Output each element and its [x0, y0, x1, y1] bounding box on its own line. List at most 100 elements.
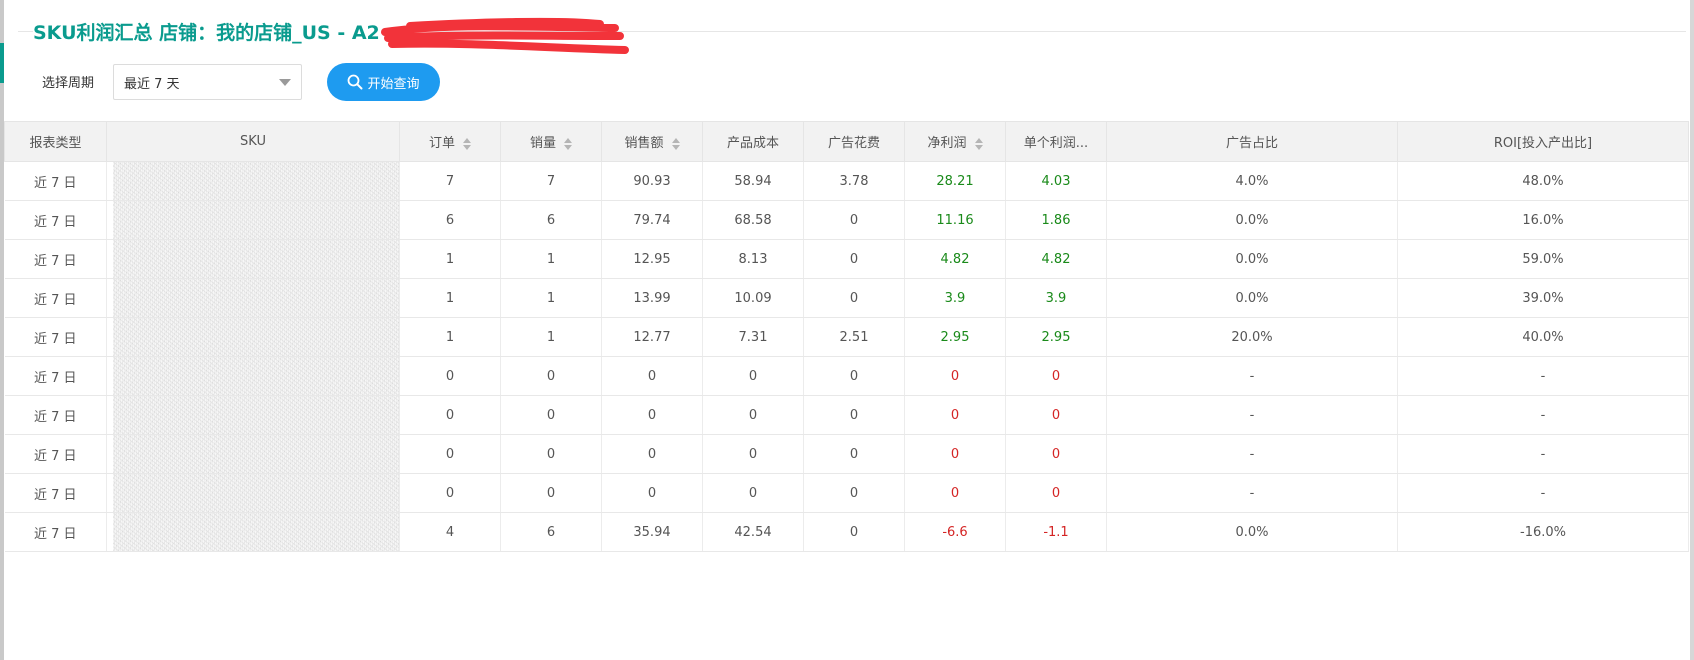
cell-report-type: 近 7 日	[4, 278, 107, 318]
sort-icon[interactable]	[974, 137, 983, 150]
cell-profit: -6.6	[904, 512, 1006, 552]
table-row[interactable]: 近 7 日 1 1 12.95 8.13 0 4.82 4.82 0.0% 59.0%	[4, 239, 1689, 279]
table-row[interactable]: 近 7 日 6 6 79.74 68.58 0 11.16 1.86 0.0% 16.0%	[4, 200, 1689, 240]
cell-unit: 0	[1005, 356, 1107, 396]
col-header-report-type: 报表类型	[4, 121, 107, 162]
cell-profit: 0	[904, 356, 1006, 396]
start-query-button[interactable]: 开始查询	[327, 63, 440, 101]
cell-adpct: -	[1106, 395, 1398, 435]
sku-blur-mask	[113, 240, 399, 278]
cell-orders: 0	[399, 356, 501, 396]
cell-roi: -	[1397, 434, 1689, 474]
cell-sales: 12.77	[601, 317, 703, 357]
cell-profit: 11.16	[904, 200, 1006, 240]
cell-orders: 7	[399, 161, 501, 201]
cell-sku-redacted	[106, 512, 400, 552]
cell-profit: 2.95	[904, 317, 1006, 357]
cell-report-type: 近 7 日	[4, 356, 107, 396]
sku-blur-mask	[113, 474, 399, 512]
cell-adpct: 0.0%	[1106, 239, 1398, 279]
col-header-orders[interactable]: 订单	[399, 121, 501, 162]
cell-ad: 0	[803, 278, 905, 318]
cell-ad: 0	[803, 434, 905, 474]
sku-blur-mask	[113, 279, 399, 317]
cell-qty: 1	[500, 239, 602, 279]
col-header-quantity[interactable]: 销量	[500, 121, 602, 162]
table-row[interactable]: 近 7 日0000000--	[4, 434, 1689, 474]
cell-profit: 0	[904, 395, 1006, 435]
cell-sales: 0	[601, 434, 703, 474]
cell-report-type: 近 7 日	[4, 395, 107, 435]
cell-ad: 0	[803, 395, 905, 435]
cell-cost: 0	[702, 434, 804, 474]
cell-adpct: 4.0%	[1106, 161, 1398, 201]
cell-profit: 0	[904, 434, 1006, 474]
cell-sales: 90.93	[601, 161, 703, 201]
cell-adpct: -	[1106, 473, 1398, 513]
cell-orders: 1	[399, 317, 501, 357]
sku-blur-mask	[113, 357, 399, 395]
cell-orders: 6	[399, 200, 501, 240]
cell-sku-redacted	[106, 434, 400, 474]
cell-orders: 0	[399, 395, 501, 435]
cell-report-type: 近 7 日	[4, 239, 107, 279]
table-row[interactable]: 近 7 日 1 1 13.99 10.09 0 3.9 3.9 0.0% 39.0%	[4, 278, 1689, 318]
col-header-ad-ratio: 广告占比	[1106, 121, 1398, 162]
col-header-roi: ROI[投入产出比]	[1397, 121, 1689, 162]
cell-sku-redacted	[106, 200, 400, 240]
cell-ad: 0	[803, 200, 905, 240]
cell-report-type: 近 7 日	[4, 161, 107, 201]
cell-sales: 0	[601, 473, 703, 513]
cell-ad: 0	[803, 512, 905, 552]
cell-qty: 6	[500, 200, 602, 240]
sort-icon[interactable]	[671, 137, 680, 150]
cell-cost: 68.58	[702, 200, 804, 240]
cell-unit: 4.03	[1005, 161, 1107, 201]
table-row[interactable]: 近 7 日0000000--	[4, 395, 1689, 435]
cell-orders: 1	[399, 239, 501, 279]
table-row[interactable]: 近 7 日 4 6 35.94 42.54 0 -6.6 -1.1 0.0% -16.0%	[4, 512, 1689, 552]
cell-report-type: 近 7 日	[4, 200, 107, 240]
period-select[interactable]: 最近 7 天	[113, 64, 302, 100]
sort-icon[interactable]	[564, 137, 572, 150]
cell-sku-redacted	[106, 473, 400, 513]
col-header-net-profit[interactable]: 净利润	[904, 121, 1006, 162]
sort-icon[interactable]	[463, 137, 471, 150]
cell-unit: 0	[1005, 434, 1107, 474]
window-left-accent	[0, 43, 4, 83]
period-select-value: 最近 7 天	[124, 76, 180, 92]
cell-sku-redacted	[106, 278, 400, 318]
cell-qty: 1	[500, 278, 602, 318]
cell-cost: 7.31	[702, 317, 804, 357]
cell-qty: 0	[500, 395, 602, 435]
col-header-sales[interactable]: 销售额	[601, 121, 703, 162]
cell-ad: 0	[803, 239, 905, 279]
cell-profit: 3.9	[904, 278, 1006, 318]
table-row[interactable]: 近 7 日0000000--	[4, 473, 1689, 513]
cell-roi: 16.0%	[1397, 200, 1689, 240]
cell-profit: 0	[904, 473, 1006, 513]
cell-ad: 0	[803, 356, 905, 396]
cell-roi: -16.0%	[1397, 512, 1689, 552]
cell-adpct: 0.0%	[1106, 278, 1398, 318]
cell-adpct: 0.0%	[1106, 512, 1398, 552]
start-query-label: 开始查询	[367, 76, 420, 92]
cell-cost: 0	[702, 395, 804, 435]
sku-blur-mask	[113, 396, 399, 434]
cell-sales: 0	[601, 395, 703, 435]
table-row[interactable]: 近 7 日0000000--	[4, 356, 1689, 396]
window-scrollbar-track[interactable]	[1690, 0, 1694, 660]
cell-report-type: 近 7 日	[4, 434, 107, 474]
sku-blur-mask	[113, 435, 399, 473]
sku-blur-mask	[113, 513, 399, 551]
chevron-down-icon[interactable]	[279, 78, 291, 86]
cell-sales: 79.74	[601, 200, 703, 240]
cell-adpct: -	[1106, 356, 1398, 396]
cell-report-type: 近 7 日	[4, 473, 107, 513]
table-row[interactable]: 近 7 日 7 7 90.93 58.94 3.78 28.21 4.03 4.0% 48.0%	[4, 161, 1689, 201]
col-header-product-cost: 产品成本	[702, 121, 804, 162]
table-row[interactable]: 近 7 日 1 1 12.77 7.31 2.51 2.95 2.95 20.0% 40.0%	[4, 317, 1689, 357]
cell-unit: 4.82	[1005, 239, 1107, 279]
search-icon	[348, 74, 363, 90]
cell-qty: 0	[500, 434, 602, 474]
